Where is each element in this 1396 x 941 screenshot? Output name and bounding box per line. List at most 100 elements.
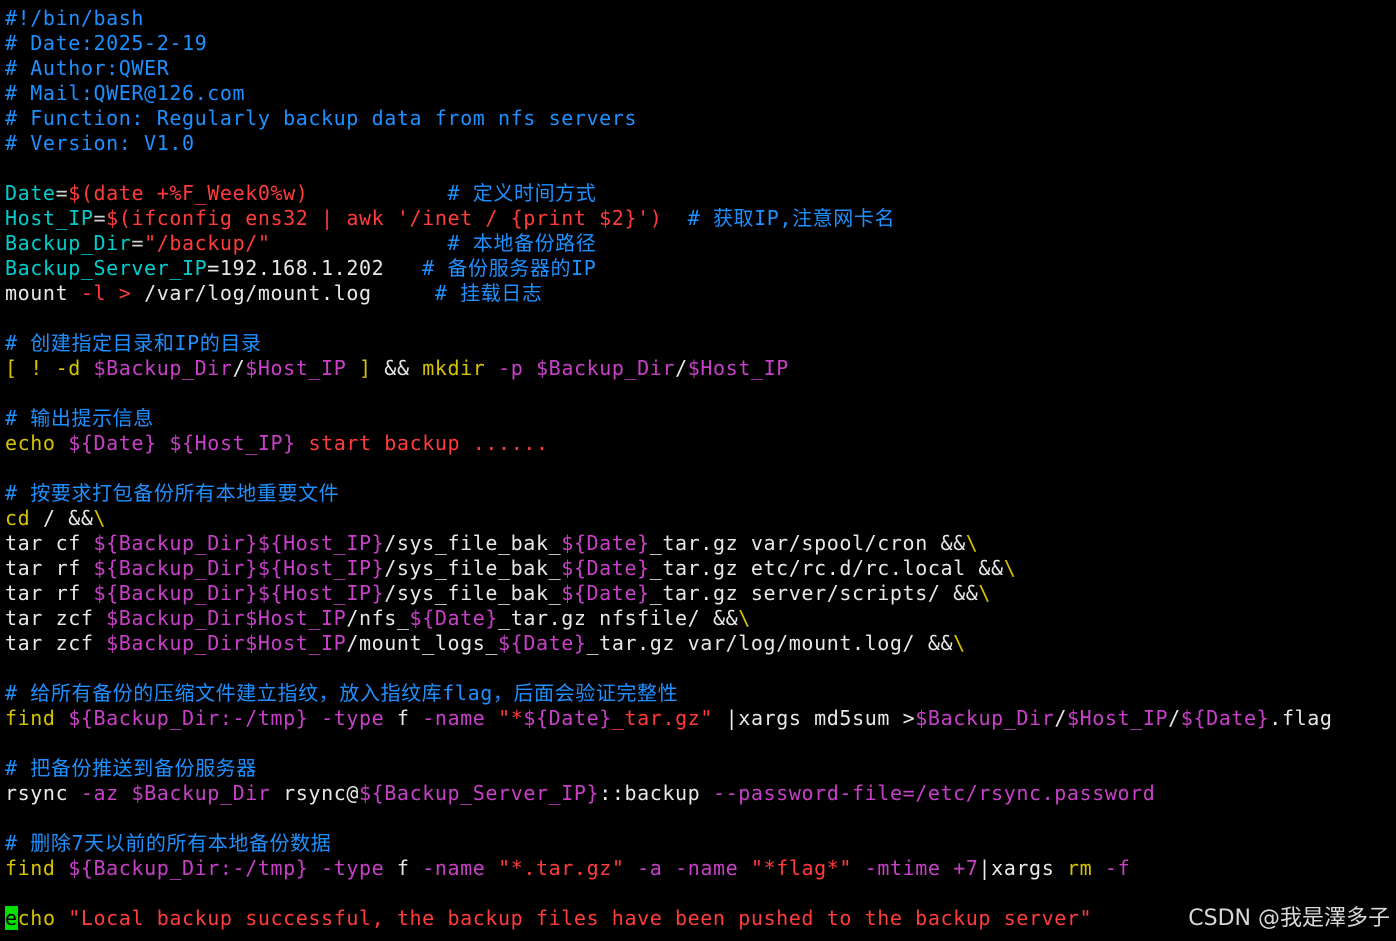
code-token: \: [965, 531, 979, 555]
code-line: # 把备份推送到备份服务器: [0, 756, 1396, 781]
code-token: Host_IP: [5, 206, 94, 230]
code-token: $Backup_Dir$Host_IP: [106, 631, 347, 655]
code-token: # 定义时间方式: [447, 181, 597, 205]
code-line: Date=$(date +%F_Week0%w) # 定义时间方式: [0, 181, 1396, 206]
code-line: # Function: Regularly backup data from n…: [0, 106, 1396, 131]
code-line: # Version: V1.0: [0, 131, 1396, 156]
code-token: "*.tar.gz": [498, 856, 625, 880]
code-token: # 把备份推送到备份服务器: [5, 756, 257, 780]
code-token: mount: [5, 281, 81, 305]
code-line: mount -l > /var/log/mount.log # 挂载日志: [0, 281, 1396, 306]
code-token: /: [232, 356, 246, 380]
code-token: =192.168.1.202: [207, 256, 423, 280]
code-token: ${Date}: [523, 706, 612, 730]
code-token: |xargs: [978, 856, 1067, 880]
code-token: -name: [422, 856, 486, 880]
code-line: # 删除7天以前的所有本地备份数据: [0, 831, 1396, 856]
code-token: &&: [371, 356, 423, 380]
code-token: -mtime +7: [852, 856, 979, 880]
code-token: ${Backup_Dir}${Host_IP}: [93, 581, 385, 605]
code-token: ${Backup_Dir}${Host_IP}: [93, 531, 385, 555]
watermark: CSDN @我是澤多子: [1180, 904, 1390, 933]
code-token: ${Host_IP}: [169, 431, 296, 455]
code-token: # 备份服务器的IP: [422, 256, 597, 280]
terminal-editor[interactable]: #!/bin/bash # Date:2025-2-19 # Author:QWER…: [0, 0, 1396, 941]
code-token: -name: [422, 706, 486, 730]
code-token: # Author:QWER: [5, 56, 170, 80]
code-token: "*flag*": [750, 856, 853, 880]
code-line: rsync -az $Backup_Dir rsync@${Backup_Ser…: [0, 781, 1396, 806]
code-line: find ${Backup_Dir:-/tmp} -type f -name "…: [0, 706, 1396, 731]
code-token: \: [738, 606, 751, 630]
code-token: /: [1054, 706, 1067, 730]
code-token: # 挂载日志: [434, 281, 543, 305]
code-line: tar cf ${Backup_Dir}${Host_IP}/sys_file_…: [0, 531, 1396, 556]
code-token: _tar.gz var/spool/cron &&: [649, 531, 966, 555]
code-token: ${Backup_Server_IP}: [359, 781, 600, 805]
code-token: $Host_IP: [245, 356, 347, 380]
code-token: # Mail:QWER@126.com: [5, 81, 246, 105]
code-token: $(date +%F_Week0%w): [68, 181, 309, 205]
code-token: rsync@: [270, 781, 359, 805]
code-token: tar rf: [5, 556, 94, 580]
code-line: find ${Backup_Dir:-/tmp} -type f -name "…: [0, 856, 1396, 881]
code-token: tar zcf: [5, 631, 107, 655]
code-token: rm: [1066, 856, 1093, 880]
code-token: $Host_IP: [1067, 706, 1169, 730]
code-token: # 创建指定目录和IP的目录: [5, 331, 262, 355]
code-line: Host_IP=$(ifconfig ens32 | awk '/inet / …: [0, 206, 1396, 231]
code-token: /mount_logs_: [346, 631, 499, 655]
code-token: start backup ......: [295, 431, 549, 455]
code-token: # Version: V1.0: [5, 131, 195, 155]
code-token: find: [5, 706, 69, 730]
code-token: $Backup_Dir: [93, 356, 233, 380]
code-token: \: [978, 581, 992, 605]
code-line: # 输出提示信息: [0, 406, 1396, 431]
text-cursor: e: [5, 906, 18, 930]
code-token: cho: [17, 906, 69, 930]
code-token: /nfs_: [346, 606, 410, 630]
code-token: ${Date}: [498, 631, 587, 655]
code-token: ${Date}: [1180, 706, 1270, 730]
code-token: ${Date}: [561, 581, 650, 605]
code-token: $Backup_Dir$Host_IP: [106, 606, 347, 630]
code-token: find: [5, 856, 69, 880]
code-token: ${Backup_Dir}${Host_IP}: [93, 556, 385, 580]
code-line: tar rf ${Backup_Dir}${Host_IP}/sys_file_…: [0, 581, 1396, 606]
code-token: ]: [346, 356, 372, 380]
code-token: |xargs md5sum >: [713, 706, 916, 730]
code-line: tar zcf $Backup_Dir$Host_IP/nfs_${Date}_…: [0, 606, 1396, 631]
code-token: rsync: [5, 781, 81, 805]
code-token: ${Backup_Dir:-/tmp}: [68, 856, 309, 880]
code-token: f: [384, 706, 423, 730]
code-token: --password-file=/etc/rsync.password: [712, 781, 1156, 805]
code-token: $Backup_Dir: [915, 706, 1055, 730]
code-line: Backup_Dir="/backup/" # 本地备份路径: [0, 231, 1396, 256]
code-token: $Backup_Dir: [131, 781, 271, 805]
code-token: -f: [1092, 856, 1131, 880]
code-token: /sys_file_bak_: [384, 556, 562, 580]
code-token: Backup_Dir: [5, 231, 132, 255]
code-token: _tar.gz server/scripts/ &&: [649, 581, 979, 605]
code-token: \: [1003, 556, 1017, 580]
code-line: # 给所有备份的压缩文件建立指纹，放入指纹库flag，后面会验证完整性: [0, 681, 1396, 706]
code-token: mkdir: [422, 356, 486, 380]
code-token: f: [384, 856, 423, 880]
code-token: tar rf: [5, 581, 94, 605]
code-token: ::backup: [599, 781, 713, 805]
code-token: _tar.gz": [611, 706, 714, 730]
code-token: #!/bin/bash: [5, 6, 145, 30]
code-token: / &&: [30, 506, 94, 530]
code-token: ${Date}: [409, 606, 499, 630]
code-area[interactable]: #!/bin/bash # Date:2025-2-19 # Author:QWER…: [0, 6, 1396, 931]
code-line: echo ${Date} ${Host_IP} start backup ...…: [0, 431, 1396, 456]
code-token: /: [1168, 706, 1181, 730]
code-token: # 给所有备份的压缩文件建立指纹，放入指纹库flag，后面会验证完整性: [5, 681, 679, 705]
